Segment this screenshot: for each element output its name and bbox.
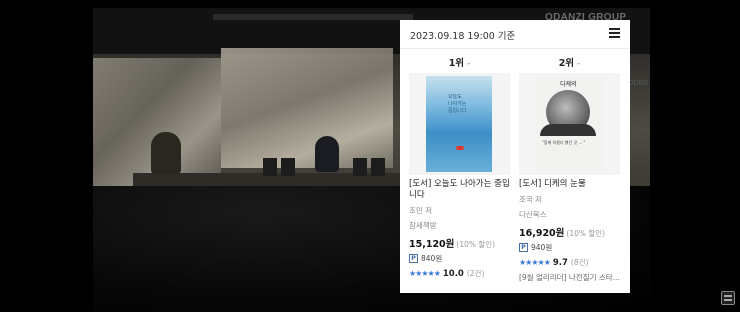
star-rating-icon: ★★★★★: [409, 269, 441, 278]
chair: [263, 158, 277, 176]
rank-label: 1위 -: [448, 58, 471, 69]
book-price: 16,920원 (10% 할인): [519, 228, 606, 239]
points-icon: P: [519, 243, 528, 252]
ceiling-beam: [213, 14, 413, 20]
ranking-timestamp: 2023.09.18 19:00 기준: [410, 31, 516, 42]
book-rating: ★★★★★ 10.0 (2건): [409, 268, 485, 279]
book-author: 조국 저: [519, 195, 543, 204]
book-title[interactable]: [도서] 디케의 눈물: [519, 179, 620, 190]
book-price: 15,120원 (10% 할인): [409, 239, 496, 250]
speaker-left: [151, 132, 181, 174]
chair: [371, 158, 385, 176]
book-promo[interactable]: [9월 얼리리더] 나전칠기 스타...: [519, 272, 620, 283]
panel-header: 2023.09.18 19:00 기준: [400, 20, 630, 49]
book-publisher: 다산북스: [519, 210, 547, 219]
book-author: 조민 저: [409, 206, 433, 215]
bestseller-panel: 2023.09.18 19:00 기준 1위 - 오늘도 나아가는 중입니다 [도서]…: [400, 20, 630, 293]
book-card[interactable]: 1위 - 오늘도 나아가는 중입니다 [도서] 오늘도 나아가는 중입니다 조민 저 …: [409, 55, 510, 279]
book-points: P 840원: [409, 253, 510, 264]
book-title[interactable]: [도서] 오늘도 나아가는 중입니다: [409, 179, 510, 201]
chair: [281, 158, 295, 176]
speaker-center: [315, 136, 339, 172]
star-rating-icon: ★★★★★: [519, 258, 551, 267]
book-cover[interactable]: 오늘도 나아가는 중입니다: [409, 73, 510, 175]
book-points: P 940원: [519, 242, 620, 253]
settings-icon[interactable]: [721, 291, 735, 305]
points-icon: P: [409, 254, 418, 263]
book-cover[interactable]: 디케의 "함께 하겠다 했던 것 ... ": [519, 73, 620, 175]
chair: [353, 158, 367, 176]
book-rating: ★★★★★ 9.7 (8건): [519, 257, 589, 268]
wall-center: [221, 48, 393, 168]
rank-label: 2위 -: [558, 58, 581, 69]
book-publisher: 참새책방: [409, 221, 437, 230]
background-sign: ODER: [628, 80, 649, 87]
book-card[interactable]: 2위 - 디케의 "함께 하겠다 했던 것 ... " [도서] 디케의 눈물 조…: [519, 55, 620, 283]
list-icon[interactable]: [609, 28, 620, 39]
